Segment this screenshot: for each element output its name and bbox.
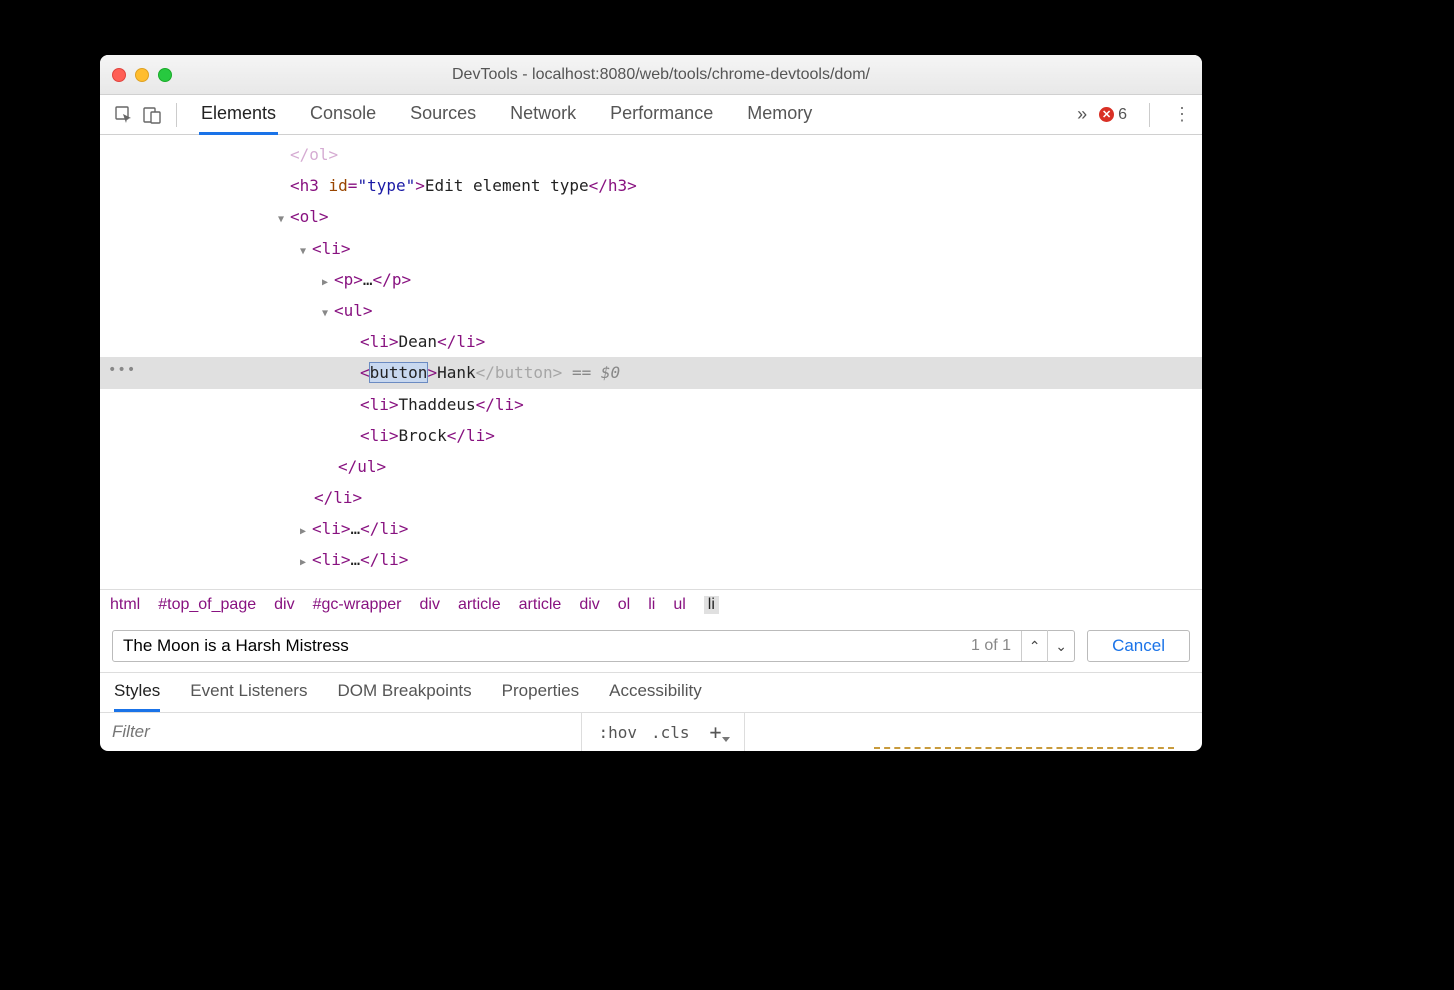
tab-network[interactable]: Network — [508, 95, 578, 135]
traffic-lights — [112, 68, 172, 82]
breadcrumb-item[interactable]: li — [648, 596, 655, 614]
breadcrumb-item[interactable]: ol — [618, 596, 630, 614]
box-model-edge — [874, 747, 1174, 751]
error-icon: ✕ — [1099, 107, 1114, 122]
styles-tools: :hov .cls + — [581, 713, 743, 751]
error-badge[interactable]: ✕ 6 — [1099, 106, 1127, 124]
dom-node[interactable]: <li>Brock</li> — [100, 420, 1202, 451]
tab-properties[interactable]: Properties — [502, 681, 579, 712]
styles-filter-input[interactable] — [100, 722, 581, 742]
breadcrumb-item[interactable]: div — [579, 596, 599, 614]
search-box: 1 of 1 ⌃ ⌄ — [112, 630, 1075, 662]
search-input[interactable] — [113, 636, 961, 656]
cancel-button[interactable]: Cancel — [1087, 630, 1190, 662]
breadcrumb-item[interactable]: #top_of_page — [158, 596, 256, 614]
dom-node[interactable]: <li>Dean</li> — [100, 326, 1202, 357]
titlebar: DevTools - localhost:8080/web/tools/chro… — [100, 55, 1202, 95]
more-tabs-icon[interactable]: » — [1077, 104, 1087, 125]
styles-toolbar: :hov .cls + — [100, 713, 1202, 751]
chevron-right-icon[interactable] — [322, 266, 334, 293]
devtools-window: DevTools - localhost:8080/web/tools/chro… — [100, 55, 1202, 751]
tab-dom-breakpoints[interactable]: DOM Breakpoints — [337, 681, 471, 712]
toolbar-right: » ✕ 6 ⋮ — [1077, 103, 1192, 127]
dom-node[interactable]: <h3 id="type">Edit element type</h3> — [100, 170, 1202, 201]
chevron-down-icon[interactable] — [278, 203, 290, 230]
maximize-icon[interactable] — [158, 68, 172, 82]
dom-node[interactable]: </li> — [100, 482, 1202, 513]
breadcrumb-item[interactable]: li — [704, 596, 719, 614]
breadcrumb-item[interactable]: ul — [673, 596, 685, 614]
chevron-down-icon[interactable] — [300, 235, 312, 262]
main-toolbar: Elements Console Sources Network Perform… — [100, 95, 1202, 135]
minimize-icon[interactable] — [135, 68, 149, 82]
search-bar: 1 of 1 ⌃ ⌄ Cancel — [100, 620, 1202, 672]
search-nav: ⌃ ⌄ — [1022, 630, 1074, 662]
breadcrumb: html #top_of_page div #gc-wrapper div ar… — [100, 589, 1202, 620]
error-count: 6 — [1118, 106, 1127, 124]
new-style-rule-icon[interactable]: + — [704, 720, 728, 744]
dom-node-selected[interactable]: •••<button>Hank</button> == $0 — [100, 357, 1202, 388]
tab-accessibility[interactable]: Accessibility — [609, 681, 702, 712]
chevron-right-icon[interactable] — [300, 515, 312, 542]
tab-memory[interactable]: Memory — [745, 95, 814, 135]
chevron-right-icon[interactable] — [300, 546, 312, 573]
separator — [176, 103, 177, 127]
breadcrumb-item[interactable]: article — [458, 596, 501, 614]
tab-styles[interactable]: Styles — [114, 681, 160, 712]
dom-node[interactable]: <li>…</li> — [100, 544, 1202, 575]
close-icon[interactable] — [112, 68, 126, 82]
dom-tree[interactable]: </ol> <h3 id="type">Edit element type</h… — [100, 135, 1202, 589]
dom-node[interactable]: <p>…</p> — [100, 264, 1202, 295]
window-title: DevTools - localhost:8080/web/tools/chro… — [192, 66, 1130, 84]
breadcrumb-item[interactable]: html — [110, 596, 140, 614]
breadcrumb-item[interactable]: div — [420, 596, 440, 614]
dom-node[interactable]: </ul> — [100, 451, 1202, 482]
dom-node[interactable]: <li>Thaddeus</li> — [100, 389, 1202, 420]
dom-node[interactable]: <li> — [100, 233, 1202, 264]
breadcrumb-item[interactable]: div — [274, 596, 294, 614]
breadcrumb-item[interactable]: article — [519, 596, 562, 614]
tab-console[interactable]: Console — [308, 95, 378, 135]
tab-elements[interactable]: Elements — [199, 95, 278, 135]
search-prev-icon[interactable]: ⌃ — [1022, 630, 1048, 662]
inspect-element-icon[interactable] — [110, 101, 138, 129]
tab-performance[interactable]: Performance — [608, 95, 715, 135]
search-result-count: 1 of 1 — [961, 631, 1022, 661]
dom-node[interactable]: <li>…</li> — [100, 513, 1202, 544]
panel-tabs: Elements Console Sources Network Perform… — [199, 95, 814, 135]
tab-event-listeners[interactable]: Event Listeners — [190, 681, 307, 712]
hov-toggle[interactable]: :hov — [598, 723, 637, 742]
search-next-icon[interactable]: ⌄ — [1048, 630, 1074, 662]
cls-toggle[interactable]: .cls — [651, 723, 690, 742]
device-toolbar-icon[interactable] — [138, 101, 166, 129]
separator — [1149, 103, 1150, 127]
chevron-down-icon[interactable] — [322, 297, 334, 324]
breadcrumb-item[interactable]: #gc-wrapper — [313, 596, 402, 614]
tab-sources[interactable]: Sources — [408, 95, 478, 135]
dom-node[interactable]: <ol> — [100, 201, 1202, 232]
dom-node[interactable]: <ul> — [100, 295, 1202, 326]
settings-menu-icon[interactable]: ⋮ — [1172, 104, 1192, 125]
dom-node[interactable]: </ol> — [100, 139, 1202, 170]
sidebar-tabs: Styles Event Listeners DOM Breakpoints P… — [100, 672, 1202, 713]
tag-name-editor[interactable]: button — [370, 363, 428, 382]
styles-right-pane — [744, 713, 1202, 751]
ellipsis-icon[interactable]: ••• — [108, 359, 136, 383]
